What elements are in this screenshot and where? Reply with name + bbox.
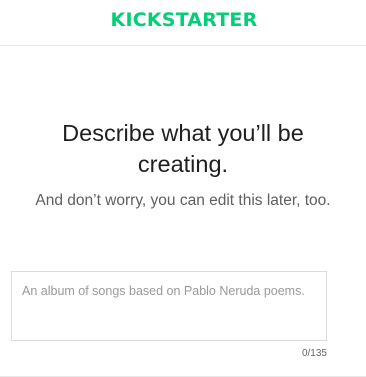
page-title: Describe what you’ll be creating. [62,120,304,177]
header: KICKSTARTER [0,0,366,46]
kickstarter-logo[interactable]: KICKSTARTER [100,9,268,31]
page: KICKSTARTER Describe what you’ll be crea… [0,0,366,377]
page-subtitle: And don’t worry, you can edit this later… [35,192,331,209]
description-textarea[interactable] [12,272,326,340]
character-counter: 0/135 [301,348,327,359]
description-field[interactable] [11,271,327,341]
